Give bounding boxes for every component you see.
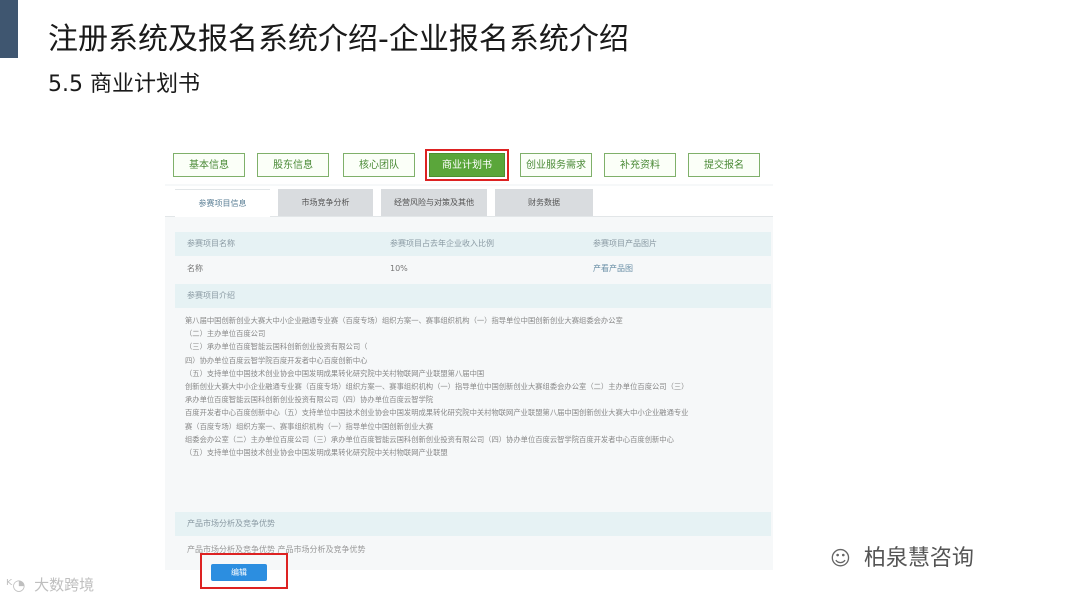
wechat-icon: ☺ [830,546,851,570]
intro-line: 组委会办公室（二）主办单位百度公司（三）承办单位百度智能云国科创新创业投资有限公… [185,434,674,444]
intro-line: 赛（百度专场）组织方案一、赛事组织机构（一）指导单位中国创新创业大赛 [185,421,434,431]
tab-market-competition[interactable]: 市场竞争分析 [278,189,373,216]
step-basic-info[interactable]: 基本信息 [173,153,245,177]
intro-line: 第八届中国创新创业大赛大中小企业融通专业赛（百度专场）组织方案一、赛事组织机构（… [185,316,623,325]
slide-subtitle: 5.5 商业计划书 [48,72,200,97]
market-heading: 产品市场分析及竞争优势 [187,519,275,528]
watermark-right-text: 柏泉慧咨询 [863,546,974,571]
step-service-needs[interactable]: 创业服务需求 [520,153,592,177]
dashuju-logo-icon: ᴷ◔ [6,576,26,594]
step-shareholder-info[interactable]: 股东信息 [257,153,329,177]
step-submit[interactable]: 提交报名 [688,153,760,177]
business-plan-panel: 参赛项目信息 市场竞争分析 经营风险与对策及其他 财务数据 参赛项目名称 参赛项… [165,184,773,570]
header-product-image: 参赛项目产品图片 [593,239,657,248]
intro-text: 第八届中国创新创业大赛大中小企业融通专业赛（百度专场）组织方案一、赛事组织机构（… [185,314,770,459]
view-product-image-link[interactable]: 产看产品图 [593,257,633,281]
intro-line: （五）支持单位中国技术创业协会中国发明成果转化研究院中关村物联网产业联盟 [185,448,448,458]
project-table-header: 参赛项目名称 参赛项目占去年企业收入比例 参赛项目产品图片 [175,232,771,256]
intro-line: 创新创业大赛大中小企业融通专业赛（百度专场）组织方案一、赛事组织机构（一）指导单… [185,382,689,392]
intro-heading-row: 参赛项目介绍 [175,284,771,308]
step-core-team[interactable]: 核心团队 [343,153,415,177]
header-revenue-ratio: 参赛项目占去年企业收入比例 [390,239,494,248]
tab-project-info[interactable]: 参赛项目信息 [175,189,270,217]
tab-risk-countermeasures[interactable]: 经营风险与对策及其他 [381,189,487,216]
market-heading-row: 产品市场分析及竞争优势 [175,512,771,536]
subtab-bar: 参赛项目信息 市场竞争分析 经营风险与对策及其他 财务数据 [165,186,773,217]
slide-title: 注册系统及报名系统介绍-企业报名系统介绍 [48,22,629,57]
watermark-left: ᴷ◔ 大数跨境 [6,574,94,595]
project-table-row: 名称 10% 产看产品图 [175,257,771,281]
step-business-plan[interactable]: 商业计划书 [425,149,509,181]
slide-accent-bar [0,0,18,58]
intro-line: 承办单位百度智能云国科创新创业投资有限公司（四）协办单位百度云智学院 [185,395,434,405]
watermark-right: ☺ 柏泉慧咨询 [830,540,974,572]
project-name-value: 名称 [187,264,203,273]
intro-line: （三）承办单位百度智能云国科创新创业投资有限公司（ [185,342,368,352]
revenue-ratio-value: 10% [390,264,408,273]
intro-heading: 参赛项目介绍 [187,291,235,300]
screenshot-region: 基本信息 股东信息 核心团队 商业计划书 创业服务需求 补充资料 提交报名 参赛… [160,140,785,589]
intro-line: （五）支持单位中国技术创业协会中国发明成果转化研究院中关村物联网产业联盟第八届中… [185,368,485,378]
intro-line: 四）协办单位百度云智学院百度开发者中心百度创新中心 [185,355,368,365]
intro-line: （二）主办单位百度公司 [185,329,266,339]
step-nav: 基本信息 股东信息 核心团队 商业计划书 创业服务需求 补充资料 提交报名 [173,149,773,181]
step-supplementary[interactable]: 补充资料 [604,153,676,177]
header-project-name: 参赛项目名称 [187,239,235,248]
tab-financial-data[interactable]: 财务数据 [495,189,593,216]
intro-line: 百度开发者中心百度创新中心（五）支持单位中国技术创业协会中国发明成果转化研究院中… [185,408,689,418]
edit-button[interactable]: 编辑 [211,564,267,581]
watermark-left-text: 大数跨境 [34,576,95,594]
